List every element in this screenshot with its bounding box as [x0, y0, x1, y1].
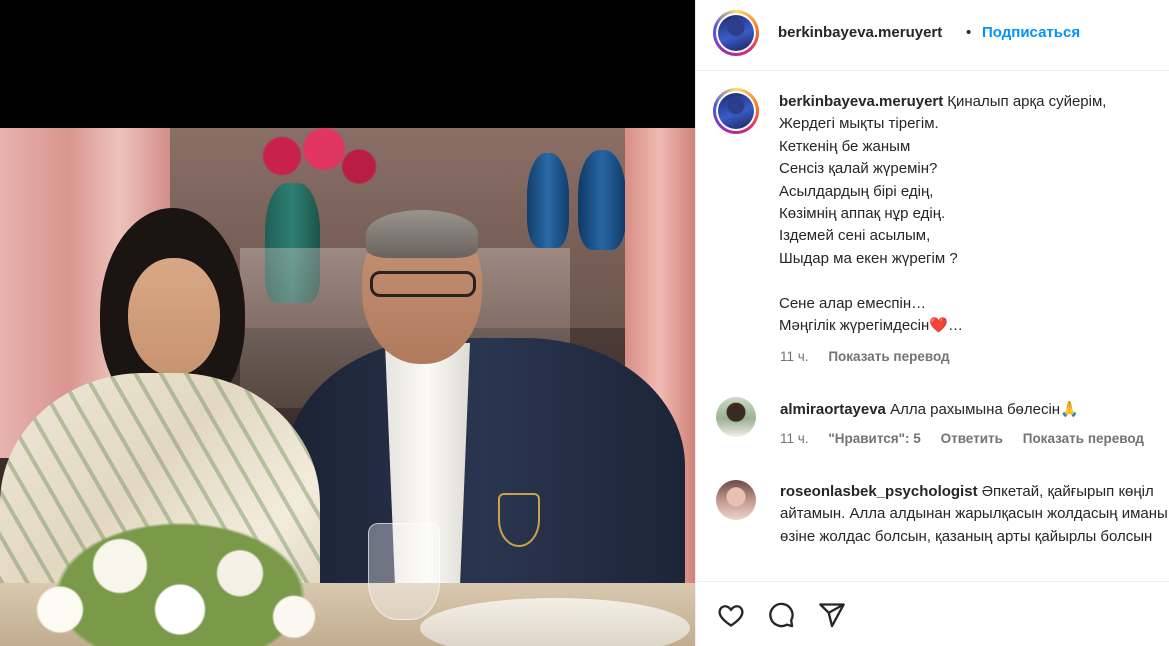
photo-glasses	[370, 271, 476, 297]
comment-likes[interactable]: "Нравится": 5	[828, 431, 920, 446]
comment-reply-button[interactable]: Ответить	[941, 431, 1003, 446]
caption-time[interactable]: 11 ч.	[780, 349, 809, 364]
comment-avatar[interactable]	[716, 480, 756, 520]
caption-author-avatar[interactable]	[713, 88, 759, 134]
comment-avatar[interactable]	[716, 397, 756, 437]
post-actions	[696, 581, 1169, 646]
like-button[interactable]	[716, 600, 746, 630]
author-username[interactable]: berkinbayeva.meruyert	[778, 24, 942, 41]
caption-username[interactable]: berkinbayeva.meruyert	[779, 93, 943, 110]
photo-urn	[527, 153, 569, 248]
photo-woman-face	[128, 258, 220, 376]
caption-text: Қиналып арқа суйерім, Жердегі мықты тіре…	[779, 93, 1107, 335]
comment-icon	[769, 602, 794, 628]
photo-urn	[578, 150, 626, 250]
comments-list[interactable]: berkinbayeva.meruyert Қиналып арқа суйері…	[696, 71, 1169, 581]
photo-flowers	[240, 128, 380, 198]
comment: roseonlasbek_psychologist Әпкетай, қайғы…	[780, 481, 1169, 571]
post-caption: berkinbayeva.meruyert Қиналып арқа суйері…	[779, 91, 1169, 337]
follow-button[interactable]: Подписаться	[982, 24, 1080, 41]
photo-crest	[498, 493, 540, 547]
photo-man-hair	[366, 210, 478, 258]
author-avatar[interactable]	[713, 10, 759, 56]
comment-button[interactable]	[766, 600, 796, 630]
share-icon	[819, 603, 845, 628]
comment-text: Алла рахымына бөлесін🙏	[890, 401, 1079, 418]
share-button[interactable]	[817, 600, 847, 630]
caption-meta: 11 ч. Показать перевод	[780, 349, 966, 364]
heart-icon	[718, 605, 744, 627]
post-header: berkinbayeva.meruyert • Подписаться	[696, 0, 1169, 71]
photo-wine-glass	[368, 523, 440, 620]
caption-translate-button[interactable]: Показать перевод	[828, 349, 949, 364]
comment-meta: 11 ч. "Нравится": 5 Ответить Показать пе…	[780, 431, 1160, 446]
comment-translate-button[interactable]: Показать перевод	[1023, 431, 1144, 446]
comment-time[interactable]: 11 ч.	[780, 431, 809, 446]
comment-username[interactable]: almiraortayeva	[780, 401, 886, 418]
post-photo[interactable]	[0, 128, 695, 646]
post-side-panel: berkinbayeva.meruyert • Подписаться berk…	[695, 0, 1169, 646]
photo-bouquet	[30, 508, 330, 646]
comment: almiraortayeva Алла рахымына бөлесін🙏	[780, 399, 1169, 421]
comment-username[interactable]: roseonlasbek_psychologist	[780, 483, 978, 500]
separator-dot: •	[966, 24, 972, 41]
post-media	[0, 0, 695, 646]
